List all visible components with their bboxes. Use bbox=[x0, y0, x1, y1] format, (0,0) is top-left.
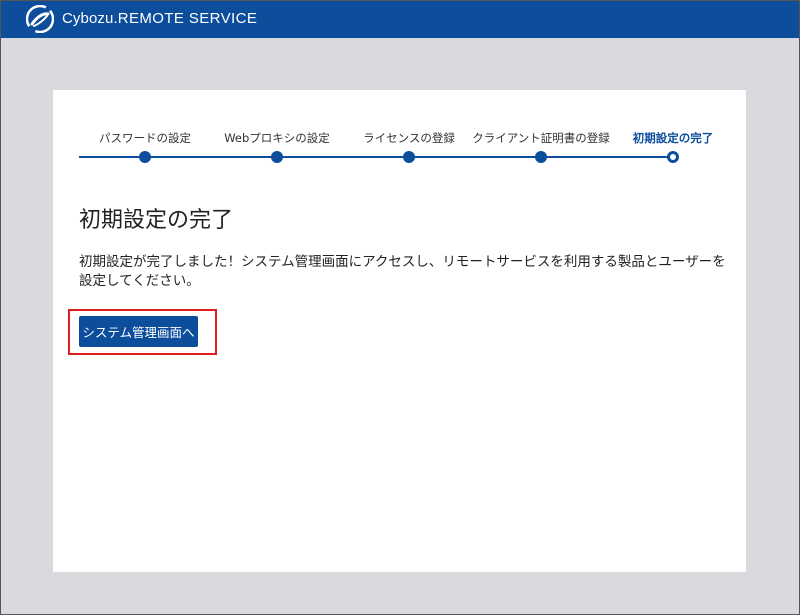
brand-prefix: Cybozu. bbox=[62, 10, 118, 27]
step-label-license: ライセンスの登録 bbox=[363, 131, 455, 145]
step-dot-license bbox=[403, 151, 415, 163]
setup-progress-steps: パスワードの設定 Webプロキシの設定 ライセンスの登録 クライアント証明書の登… bbox=[53, 90, 746, 170]
step-label-password: パスワードの設定 bbox=[99, 131, 191, 145]
brand-title: Cybozu.REMOTE SERVICE bbox=[62, 10, 257, 27]
step-dot-web-proxy bbox=[271, 151, 283, 163]
step-dot-password bbox=[139, 151, 151, 163]
step-label-web-proxy: Webプロキシの設定 bbox=[224, 131, 330, 145]
step-connector bbox=[151, 156, 277, 158]
step-connector bbox=[415, 156, 541, 158]
cybozu-logo-icon bbox=[26, 5, 54, 33]
page-title: 初期設定の完了 bbox=[79, 208, 234, 233]
completion-message: 初期設定が完了しました！システム管理画面にアクセスし、リモートサービスを利用する… bbox=[79, 254, 726, 289]
step-label-client-certificate: クライアント証明書の登録 bbox=[472, 131, 610, 145]
step-connector bbox=[283, 156, 409, 158]
setup-panel: パスワードの設定 Webプロキシの設定 ライセンスの登録 クライアント証明書の登… bbox=[53, 90, 746, 572]
step-connector bbox=[547, 156, 673, 158]
step-dot-client-certificate bbox=[535, 151, 547, 163]
brand-suffix: REMOTE SERVICE bbox=[117, 10, 258, 27]
app-header: Cybozu.REMOTE SERVICE bbox=[0, 0, 800, 38]
step-label-setup-complete: 初期設定の完了 bbox=[632, 131, 714, 145]
step-dot-setup-complete bbox=[667, 151, 679, 163]
system-admin-button[interactable]: システム管理画面へ bbox=[79, 316, 198, 347]
